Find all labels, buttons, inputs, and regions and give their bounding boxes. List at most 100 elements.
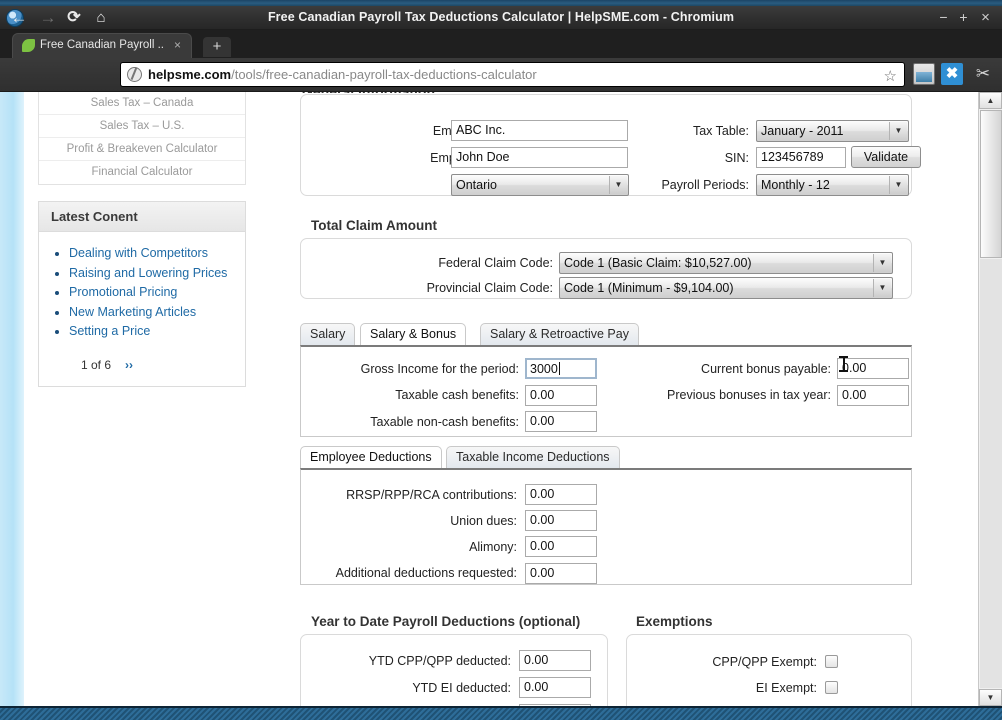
tax-table-label: Tax Table: (692, 124, 749, 138)
tab-taxable-income-deductions[interactable]: Taxable Income Deductions (446, 446, 620, 468)
window-titlebar: Free Canadian Payroll Tax Deductions Cal… (0, 6, 1002, 30)
minimize-button[interactable]: − (935, 9, 952, 26)
alimony-input[interactable]: 0.00 (525, 536, 597, 557)
tab-strip: Free Canadian Payroll ... × + (0, 30, 1002, 58)
x-extension-icon[interactable]: ✖ (941, 63, 963, 85)
sidebar-nav-list: Sales Tax – Canada Sales Tax – U.S. Prof… (38, 92, 246, 185)
ei-exempt-checkbox[interactable] (825, 681, 838, 694)
wrench-menu-icon[interactable]: ✂ (972, 63, 994, 85)
latest-link-dealing-with-competitors[interactable]: Dealing with Competitors (69, 246, 208, 260)
latest-link-setting-a-price[interactable]: Setting a Price (69, 324, 150, 338)
federal-claim-code-label: Federal Claim Code: (438, 256, 553, 270)
page-info-icon[interactable] (127, 67, 142, 82)
page-side-background (0, 92, 24, 706)
tax-table-value: January - 2011 (761, 124, 844, 138)
latest-link-promotional-pricing[interactable]: Promotional Pricing (69, 285, 177, 299)
previous-bonuses-input[interactable]: 0.00 (837, 385, 909, 406)
text-caret (558, 362, 560, 375)
latest-content-widget: Latest Conent Dealing with Competitors R… (38, 201, 246, 387)
chevron-down-icon[interactable]: ▼ (889, 176, 907, 194)
home-icon[interactable]: ⌂ (90, 7, 112, 28)
window-title: Free Canadian Payroll Tax Deductions Cal… (267, 10, 735, 24)
scrollbar-track[interactable] (980, 259, 1002, 688)
sidebar-item-sales-tax-us[interactable]: Sales Tax – U.S. (39, 115, 245, 138)
additional-deductions-input[interactable]: 0.00 (525, 563, 597, 584)
tax-table-select[interactable]: January - 2011 ▼ (756, 120, 909, 142)
maximize-button[interactable]: + (955, 9, 972, 26)
latest-content-pager: 1 of 6 ›› (39, 348, 245, 386)
rrsp-rpp-rca-input[interactable]: 0.00 (525, 484, 597, 505)
pager-count: 1 of 6 (81, 357, 112, 372)
list-item[interactable]: New Marketing Articles (69, 303, 235, 322)
vertical-scrollbar[interactable]: ▲ ▼ (978, 92, 1002, 706)
federal-claim-code-select[interactable]: Code 1 (Basic Claim: $10,527.00) ▼ (559, 252, 893, 274)
federal-claim-code-value: Code 1 (Basic Claim: $10,527.00) (564, 256, 752, 270)
union-dues-label: Union dues: (450, 514, 517, 528)
exemptions-heading: Exemptions (636, 614, 713, 629)
close-button[interactable]: × (977, 9, 994, 26)
mouse-ibeam-cursor (839, 355, 848, 373)
browser-tab[interactable]: Free Canadian Payroll ... × (12, 33, 192, 58)
sidebar: Sales Tax – Canada Sales Tax – U.S. Prof… (38, 92, 246, 387)
sidebar-item-sales-tax-canada[interactable]: Sales Tax – Canada (39, 92, 245, 115)
latest-link-raising-and-lowering-prices[interactable]: Raising and Lowering Prices (69, 266, 227, 280)
ytd-cpp-qpp-label: YTD CPP/QPP deducted: (368, 654, 511, 668)
list-item[interactable]: Promotional Pricing (69, 283, 235, 302)
taxable-cash-benefits-label: Taxable cash benefits: (395, 388, 519, 402)
tab-close-icon[interactable]: × (171, 38, 184, 52)
tab-salary[interactable]: Salary (300, 323, 356, 345)
province-value: Ontario (456, 178, 497, 192)
ytd-heading: Year to Date Payroll Deductions (optiona… (311, 614, 581, 629)
new-tab-button[interactable]: + (203, 37, 231, 57)
ytd-ei-input[interactable]: 0.00 (519, 677, 591, 698)
latest-link-new-marketing-articles[interactable]: New Marketing Articles (69, 305, 196, 319)
taxable-non-cash-benefits-label: Taxable non-cash benefits: (370, 415, 519, 429)
union-dues-input[interactable]: 0.00 (525, 510, 597, 531)
address-bar[interactable]: helpsme.com/tools/free-canadian-payroll-… (120, 62, 905, 87)
provincial-claim-code-select[interactable]: Code 1 (Minimum - $9,104.00) ▼ (559, 277, 893, 299)
tab-salary-and-bonus[interactable]: Salary & Bonus (360, 323, 467, 345)
additional-deductions-label: Additional deductions requested: (335, 566, 517, 580)
chevron-down-icon[interactable]: ▼ (873, 254, 891, 272)
exemptions-panel: CPP/QPP Exempt: EI Exempt: QPIP Exempt: (626, 634, 912, 706)
back-icon[interactable]: ← (8, 7, 30, 28)
validate-button[interactable]: Validate (851, 146, 921, 168)
url-text: helpsme.com/tools/free-canadian-payroll-… (148, 67, 537, 82)
leaf-favicon-icon (22, 39, 35, 52)
scroll-up-arrow-icon[interactable]: ▲ (979, 92, 1002, 109)
taxable-non-cash-benefits-input[interactable]: 0.00 (525, 411, 597, 432)
list-item[interactable]: Dealing with Competitors (69, 244, 235, 263)
ytd-ei-label: YTD EI deducted: (412, 681, 511, 695)
tab-employee-deductions[interactable]: Employee Deductions (300, 446, 442, 468)
page-viewport: Sales Tax – Canada Sales Tax – U.S. Prof… (0, 92, 1002, 706)
gross-income-input[interactable]: 3000 (525, 358, 597, 379)
reload-icon[interactable]: ⟳ (63, 7, 85, 28)
list-item[interactable]: Setting a Price (69, 322, 235, 341)
chevron-down-icon[interactable]: ▼ (889, 122, 907, 140)
sidebar-item-profit-breakeven-calculator[interactable]: Profit & Breakeven Calculator (39, 138, 245, 161)
taxable-cash-benefits-input[interactable]: 0.00 (525, 385, 597, 406)
general-information-panel: Employer Name: ABC Inc. Employee Name: J… (300, 94, 921, 196)
chevron-down-icon[interactable]: ▼ (873, 279, 891, 297)
latest-content-heading: Latest Conent (39, 202, 245, 232)
pager-next-icon[interactable]: ›› (125, 358, 133, 372)
previous-bonuses-label: Previous bonuses in tax year: (667, 388, 831, 402)
scrollbar-thumb[interactable] (980, 110, 1002, 258)
desktop-bottom-stripe (0, 706, 1002, 720)
bookmark-star-icon[interactable]: ☆ (884, 67, 897, 85)
tab-salary-and-retroactive-pay[interactable]: Salary & Retroactive Pay (480, 323, 639, 345)
ytd-cpp-qpp-input[interactable]: 0.00 (519, 650, 591, 671)
ytd-panel: YTD CPP/QPP deducted: 0.00 YTD EI deduct… (300, 634, 608, 706)
sidebar-item-financial-calculator[interactable]: Financial Calculator (39, 161, 245, 184)
ei-exempt-label: EI Exempt: (755, 681, 817, 695)
scroll-down-arrow-icon[interactable]: ▼ (979, 689, 1002, 706)
payroll-periods-select[interactable]: Monthly - 12 ▼ (756, 174, 909, 196)
forward-icon[interactable]: → (37, 7, 59, 28)
image-extension-icon[interactable] (913, 63, 935, 85)
cpp-qpp-exempt-checkbox[interactable] (825, 655, 838, 668)
employee-deductions-panel: RRSP/RPP/RCA contributions: 0.00 Union d… (300, 468, 912, 585)
payroll-periods-label: Payroll Periods: (661, 178, 749, 192)
url-host: helpsme.com (148, 67, 232, 82)
sin-input[interactable]: 123456789 (756, 147, 846, 168)
list-item[interactable]: Raising and Lowering Prices (69, 264, 235, 283)
